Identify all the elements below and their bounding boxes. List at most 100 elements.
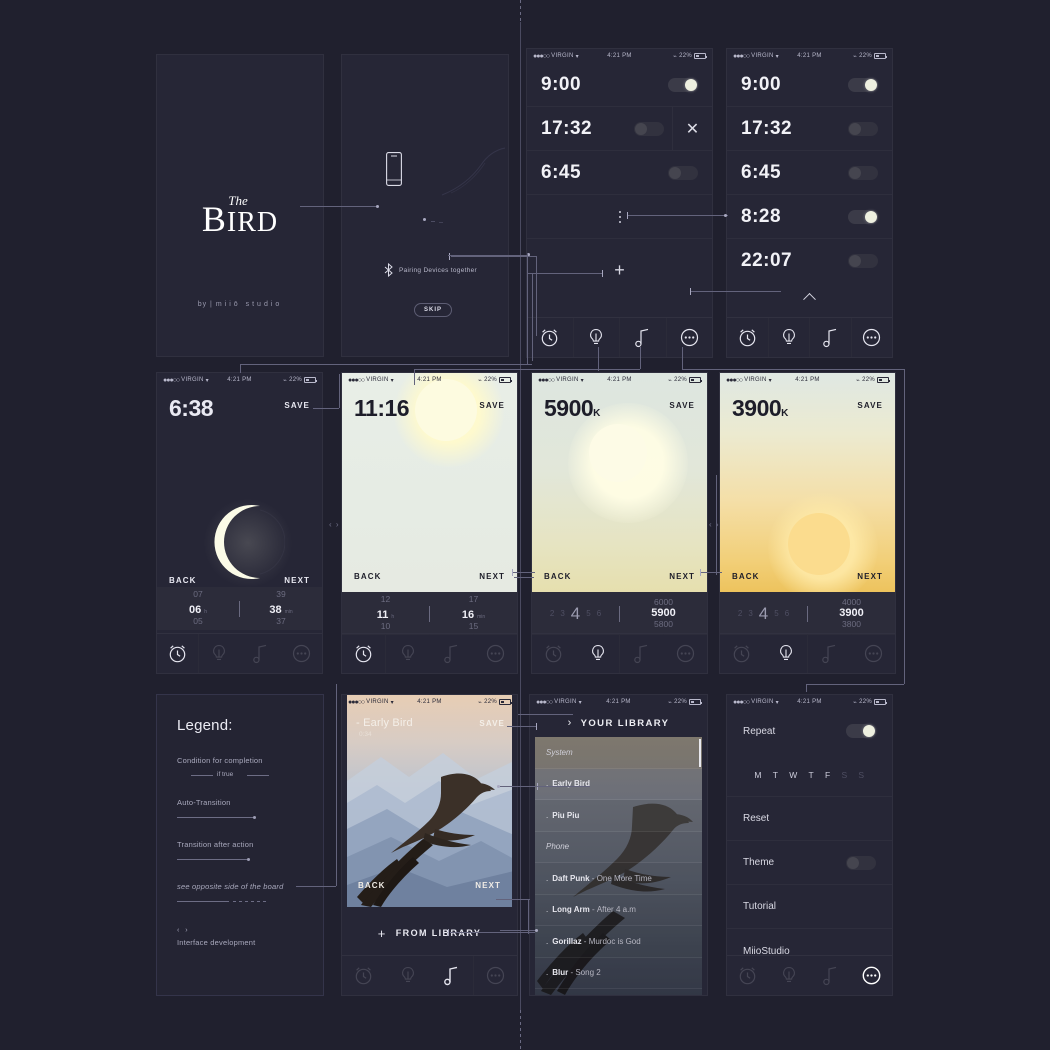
list-item[interactable]: . Early Bird <box>535 768 702 800</box>
alarm-row[interactable]: 17:32 ✕ <box>527 107 712 151</box>
tab-light[interactable] <box>764 634 808 673</box>
scrollbar[interactable] <box>699 739 701 767</box>
next-button[interactable]: NEXT <box>479 572 505 581</box>
hour-picker[interactable]: 07 06 h 05 <box>157 590 239 627</box>
save-button[interactable]: SAVE <box>479 719 505 728</box>
day-toggle-sun[interactable]: S <box>858 770 864 780</box>
tab-music[interactable] <box>810 318 852 357</box>
tab-more[interactable] <box>852 318 893 357</box>
back-button[interactable]: BACK <box>358 881 386 890</box>
collapse-list-button[interactable] <box>727 283 892 309</box>
minute-picker[interactable]: 17 16 min 15 <box>430 595 517 632</box>
scale-step-selected[interactable]: 4 <box>571 604 580 624</box>
alarm-toggle[interactable] <box>848 254 878 268</box>
brightness-scale[interactable]: 2 3 4 5 6 <box>720 604 807 624</box>
setting-reset[interactable]: Reset <box>727 797 892 841</box>
day-toggle-tue[interactable]: T <box>773 770 779 780</box>
alarm-row[interactable]: 8:28 <box>727 195 892 239</box>
tab-alarm[interactable] <box>532 634 576 673</box>
alarm-toggle[interactable] <box>668 165 698 180</box>
hour-picker[interactable]: 12 11 h 10 <box>342 595 429 632</box>
save-button[interactable]: SAVE <box>669 401 695 410</box>
day-toggle-wed[interactable]: W <box>789 770 798 780</box>
theme-toggle[interactable] <box>846 855 876 870</box>
alarm-toggle[interactable] <box>848 165 878 180</box>
alarm-row[interactable]: 6:45 <box>727 151 892 195</box>
tab-alarm[interactable] <box>727 318 769 357</box>
tab-alarm[interactable] <box>157 634 199 673</box>
alarm-toggle[interactable] <box>848 209 878 224</box>
day-toggle-fri[interactable]: F <box>825 770 831 780</box>
alarm-row[interactable]: 6:45 <box>527 151 712 195</box>
tab-more[interactable] <box>282 634 323 673</box>
tab-more[interactable] <box>667 318 713 357</box>
setting-repeat[interactable]: Repeat <box>727 709 892 753</box>
scale-step[interactable]: 2 <box>550 609 554 618</box>
tab-light[interactable] <box>199 634 240 673</box>
setting-theme[interactable]: Theme <box>727 841 892 885</box>
tab-light[interactable] <box>576 634 620 673</box>
scale-step[interactable]: 3 <box>560 609 564 618</box>
tab-alarm[interactable] <box>527 318 574 357</box>
alarm-toggle[interactable] <box>668 77 698 92</box>
tab-light[interactable] <box>386 956 430 995</box>
tab-alarm[interactable] <box>720 634 764 673</box>
library-list[interactable]: System . Early Bird . Piu Piu Phone . Da… <box>535 737 702 995</box>
kelvin-picker[interactable]: 2 3 4 5 6 6000 5900 5800 <box>532 592 707 635</box>
alarm-row[interactable]: 9:00 <box>527 63 712 107</box>
scale-step[interactable]: 6 <box>785 609 789 618</box>
back-button[interactable]: BACK <box>544 572 572 581</box>
tab-music[interactable] <box>620 318 667 357</box>
tab-alarm[interactable] <box>342 956 386 995</box>
add-alarm-button[interactable]: + <box>527 239 712 301</box>
day-toggle-sat[interactable]: S <box>841 770 847 780</box>
alarm-toggle[interactable] <box>848 77 878 92</box>
alarm-row[interactable]: 9:00 <box>727 63 892 107</box>
tab-more[interactable] <box>664 634 707 673</box>
save-button[interactable]: SAVE <box>857 401 883 410</box>
alarm-row[interactable]: 17:32 <box>727 107 892 151</box>
scale-step-selected[interactable]: 4 <box>759 604 768 624</box>
list-item[interactable]: . One-T + Cool-T - The Magic Key <box>535 989 702 995</box>
tab-alarm[interactable] <box>342 634 386 673</box>
kelvin-value-picker[interactable]: 4000 3900 3800 <box>808 597 895 629</box>
delete-alarm-button[interactable]: ✕ <box>672 107 712 150</box>
repeat-toggle[interactable] <box>846 724 876 738</box>
day-toggle-thu[interactable]: T <box>809 770 815 780</box>
tab-music[interactable] <box>430 956 474 995</box>
list-item[interactable]: . Blur - Song 2 <box>535 957 702 989</box>
skip-button[interactable]: SKIP <box>414 303 453 317</box>
back-button[interactable]: BACK <box>169 576 197 585</box>
back-button[interactable]: BACK <box>732 572 760 581</box>
tab-more[interactable] <box>852 956 893 995</box>
tab-light[interactable] <box>769 318 810 357</box>
scale-step[interactable]: 5 <box>586 609 590 618</box>
next-button[interactable]: NEXT <box>857 572 883 581</box>
back-button[interactable]: BACK <box>354 572 382 581</box>
list-item[interactable]: . Gorillaz - Murdoc is God <box>535 926 702 958</box>
tab-more[interactable] <box>474 956 517 995</box>
list-item[interactable]: . Daft Punk - One More Time <box>535 863 702 895</box>
next-button[interactable]: NEXT <box>669 572 695 581</box>
alarm-row[interactable]: 22:07 <box>727 239 892 283</box>
scale-step[interactable]: 5 <box>774 609 778 618</box>
tab-music[interactable] <box>620 634 664 673</box>
tab-alarm[interactable] <box>727 956 769 995</box>
alarm-toggle[interactable] <box>848 121 878 136</box>
repeat-days[interactable]: M T W T F S S <box>727 753 892 797</box>
kelvin-picker[interactable]: 2 3 4 5 6 4000 3900 3800 <box>720 592 895 635</box>
minute-picker[interactable]: 39 38 min 37 <box>240 590 322 627</box>
time-picker[interactable]: 07 06 h 05 39 38 min 37 <box>157 587 322 630</box>
next-button[interactable]: NEXT <box>284 576 310 585</box>
scale-step[interactable]: 3 <box>748 609 752 618</box>
brightness-scale[interactable]: 2 3 4 5 6 <box>532 604 619 624</box>
tab-music[interactable] <box>810 956 852 995</box>
day-toggle-mon[interactable]: M <box>754 770 762 780</box>
scale-step[interactable]: 6 <box>597 609 601 618</box>
save-button[interactable]: SAVE <box>284 401 310 410</box>
scale-step[interactable]: 2 <box>738 609 742 618</box>
tab-music[interactable] <box>808 634 852 673</box>
from-library-button[interactable]: + FROM LIBRARY <box>342 917 517 949</box>
setting-tutorial[interactable]: Tutorial <box>727 885 892 929</box>
tab-light[interactable] <box>574 318 620 357</box>
